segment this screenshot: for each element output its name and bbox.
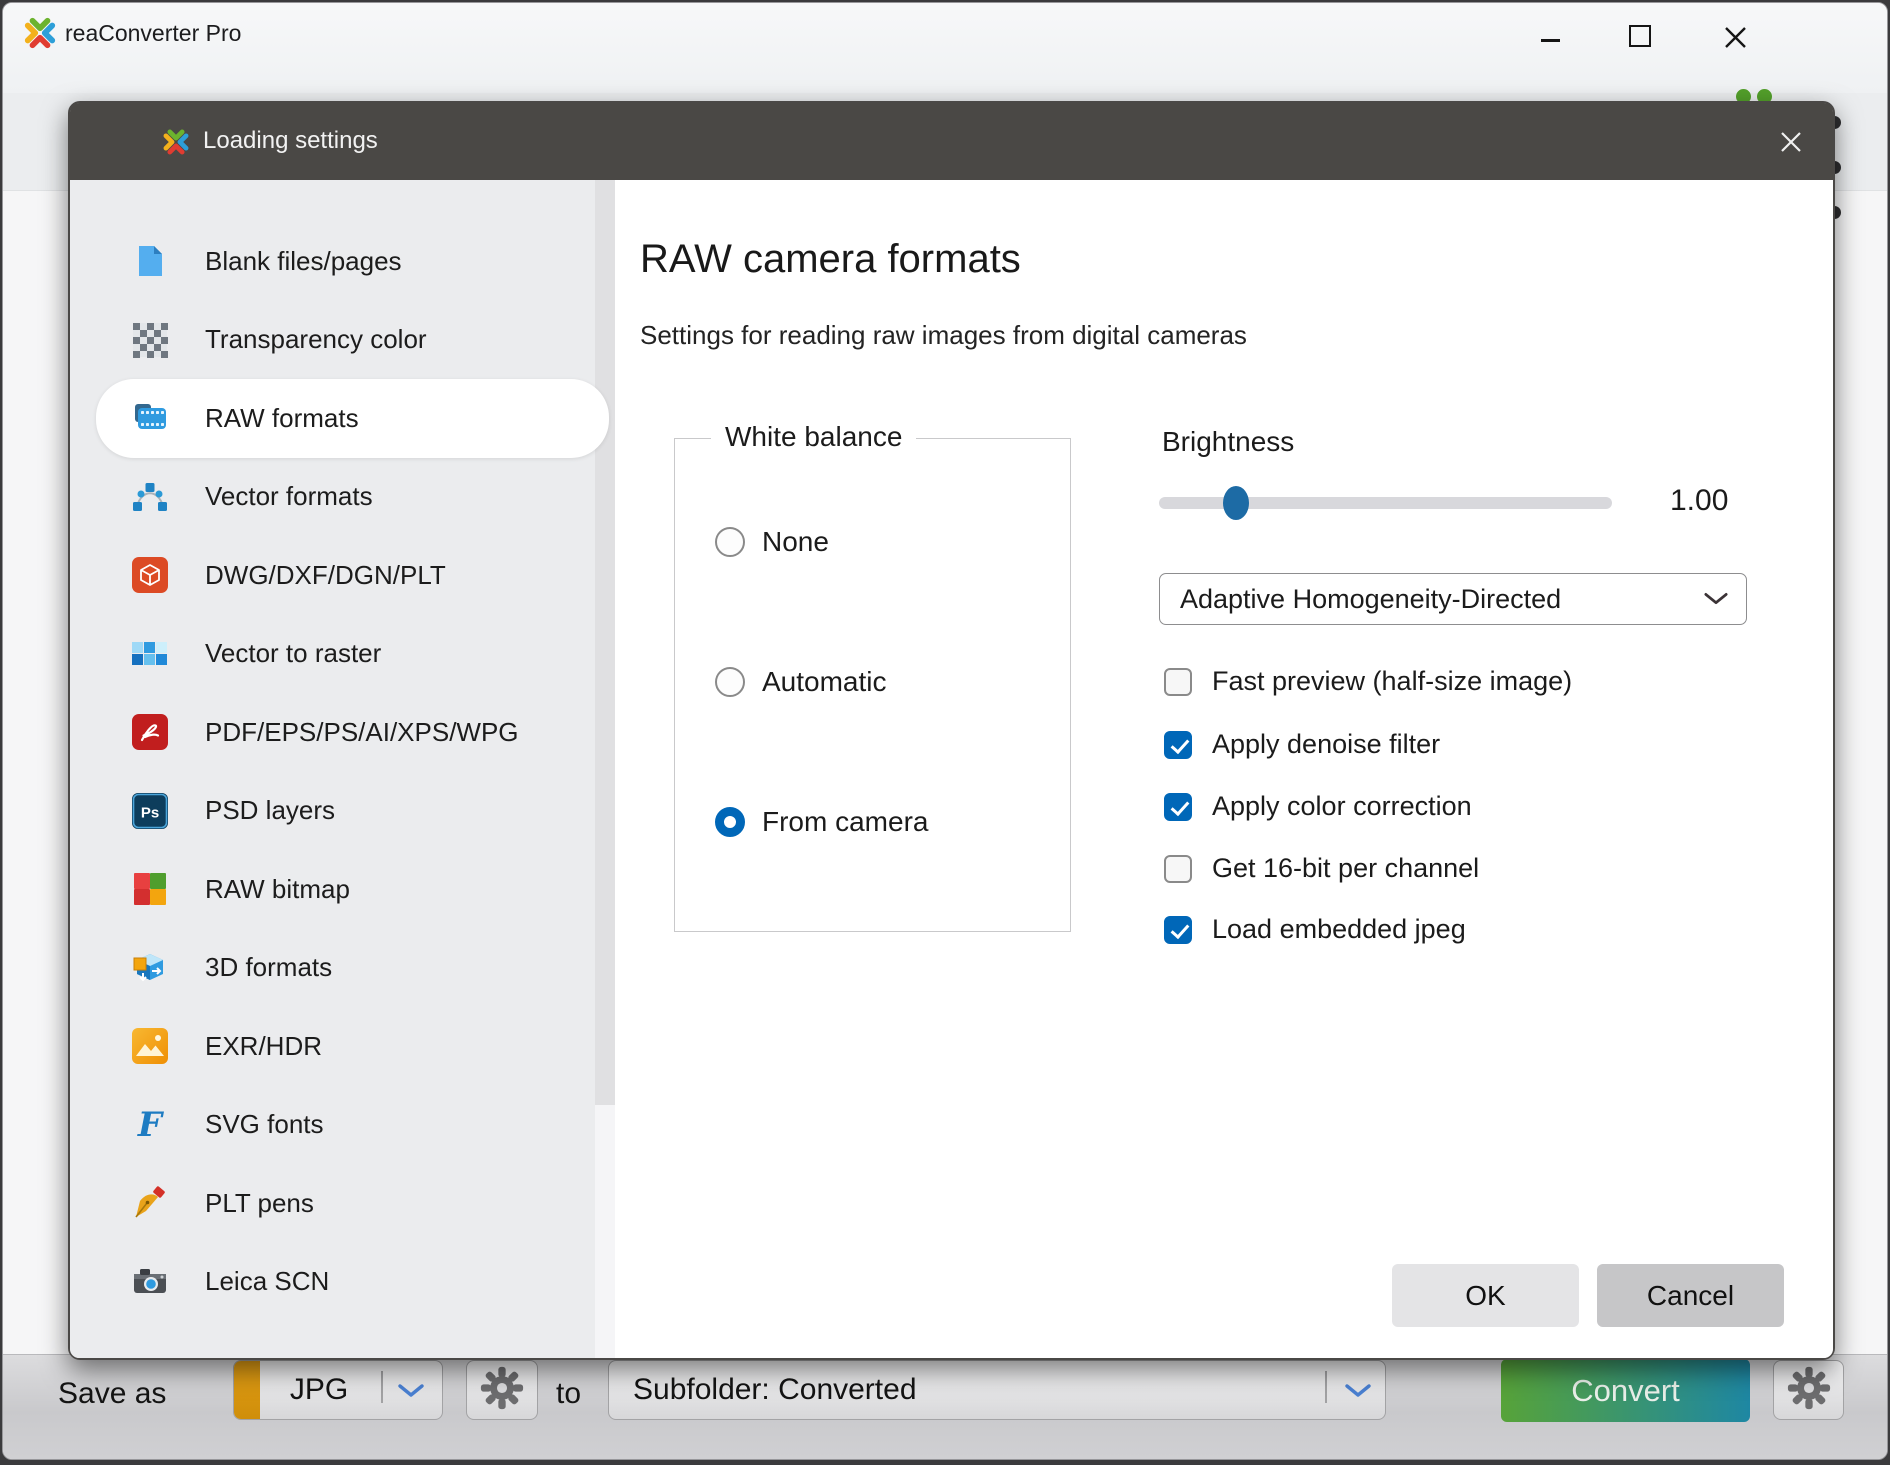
format-select[interactable]: JPG [233, 1360, 443, 1420]
checkbox-icon[interactable] [1164, 855, 1192, 883]
chevron-down-icon [1345, 1384, 1371, 1403]
demosaic-select[interactable]: Adaptive Homogeneity-Directed [1159, 573, 1747, 625]
radio-from-camera[interactable]: From camera [715, 806, 928, 838]
dialog-title: Loading settings [203, 127, 378, 155]
brightness-label: Brightness [1162, 426, 1294, 458]
format-value: JPG [260, 1361, 378, 1419]
radio-none[interactable]: None [715, 526, 829, 558]
sidebar-item-leica-scn[interactable]: Leica SCN [70, 1243, 595, 1322]
brightness-slider[interactable] [1159, 497, 1612, 509]
transparency-icon [132, 322, 168, 358]
checkbox-apply-color-correction[interactable]: Apply color correction [1164, 791, 1472, 822]
checkbox-icon[interactable] [1164, 916, 1192, 944]
demosaic-value: Adaptive Homogeneity-Directed [1180, 574, 1561, 624]
page-title: RAW camera formats [640, 237, 1021, 282]
sidebar-item-dwg-dxf-dgn-plt[interactable]: DWG/DXF/DGN/PLT [70, 536, 595, 615]
psd-icon: Ps [132, 793, 168, 829]
scrollbar-thumb[interactable] [595, 180, 615, 1105]
brightness-value: 1.00 [1670, 484, 1728, 518]
gear-icon [1787, 1366, 1831, 1415]
page-subtitle: Settings for reading raw images from dig… [640, 320, 1247, 351]
raw-bitmap-icon [132, 871, 168, 907]
film-icon [132, 400, 168, 436]
sidebar-item-psd-layers[interactable]: Ps PSD layers [70, 772, 595, 851]
sidebar-item-plt-pens[interactable]: PLT pens [70, 1164, 595, 1243]
app-logo-icon [23, 16, 57, 50]
to-label: to [556, 1377, 581, 1411]
checkbox-get-16-bit-per-channel[interactable]: Get 16-bit per channel [1164, 853, 1479, 884]
app-window: reaConverter Pro Save as JPG [2, 2, 1888, 1460]
checkbox-icon[interactable] [1164, 731, 1192, 759]
chevron-down-icon [398, 1384, 424, 1403]
close-window-button[interactable] [1723, 25, 1748, 50]
script-f-icon: F [132, 1107, 168, 1143]
destination-value: Subfolder: Converted [633, 1361, 917, 1419]
cancel-button[interactable]: Cancel [1597, 1264, 1784, 1327]
dialog-titlebar: Loading settings [70, 103, 1833, 180]
app-title: reaConverter Pro [65, 20, 241, 47]
sidebar-item-raw-bitmap[interactable]: RAW bitmap [70, 850, 595, 929]
save-as-label: Save as [58, 1377, 166, 1411]
loading-settings-dialog: Loading settings Blank files/pages Trans… [68, 101, 1835, 1360]
dialog-close-button[interactable] [1778, 129, 1804, 155]
destination-select[interactable]: Subfolder: Converted [608, 1360, 1386, 1420]
radio-automatic[interactable]: Automatic [715, 666, 887, 698]
minimize-button[interactable] [1541, 39, 1560, 42]
format-stripe [234, 1361, 260, 1419]
screen: reaConverter Pro Save as JPG [0, 0, 1890, 1465]
sidebar-item-blank-files-pages[interactable]: Blank files/pages [70, 222, 595, 301]
dialog-main-panel: RAW camera formats Settings for reading … [615, 180, 1833, 1358]
sidebar-item-pdf-eps-ps-ai-xps-wpg[interactable]: PDF/EPS/PS/AI/XPS/WPG [70, 693, 595, 772]
vector-nodes-icon [132, 479, 168, 515]
sidebar-item-vector-formats[interactable]: Vector formats [70, 458, 595, 537]
raster-grid-icon [132, 636, 168, 672]
sidebar-scrollbar[interactable] [595, 180, 615, 1358]
checkbox-load-embedded-jpeg[interactable]: Load embedded jpeg [1164, 914, 1466, 945]
radio-icon[interactable] [715, 807, 745, 837]
svg-text:Ps: Ps [141, 804, 159, 821]
sidebar-item-svg-fonts[interactable]: F SVG fonts [70, 1086, 595, 1165]
checkbox-apply-denoise-filter[interactable]: Apply denoise filter [1164, 729, 1440, 760]
checkbox-icon[interactable] [1164, 668, 1192, 696]
white-balance-group: White balance None Automatic From camera [674, 438, 1071, 932]
camera-icon [132, 1264, 168, 1300]
sidebar-item-transparency-color[interactable]: Transparency color [70, 301, 595, 380]
radio-icon[interactable] [715, 527, 745, 557]
ok-button[interactable]: OK [1392, 1264, 1579, 1327]
maximize-button[interactable] [1629, 25, 1651, 47]
sidebar-item-vector-to-raster[interactable]: Vector to raster [70, 615, 595, 694]
dialog-sidebar: Blank files/pages Transparency color RAW… [70, 180, 595, 1358]
white-balance-legend: White balance [711, 421, 916, 453]
convert-button[interactable]: Convert [1501, 1359, 1750, 1422]
checkbox-fast-preview-half-size-image[interactable]: Fast preview (half-size image) [1164, 666, 1572, 697]
chevron-down-icon [1704, 592, 1728, 611]
radio-icon[interactable] [715, 667, 745, 697]
sidebar-item-3d-formats[interactable]: 3D formats [70, 929, 595, 1008]
checkbox-icon[interactable] [1164, 793, 1192, 821]
image-sun-icon [132, 1028, 168, 1064]
slider-thumb[interactable] [1223, 486, 1249, 520]
pdf-icon [132, 714, 168, 750]
cube-3d-icon [132, 950, 168, 986]
gear-icon [480, 1366, 524, 1415]
cad-cube-icon [132, 557, 168, 593]
sidebar-item-exr-hdr[interactable]: EXR/HDR [70, 1007, 595, 1086]
titlebar: reaConverter Pro [3, 3, 1887, 93]
app-logo-icon [162, 128, 190, 156]
blank-page-icon [132, 243, 168, 279]
sidebar-item-raw-formats[interactable]: RAW formats [96, 379, 609, 458]
convert-settings-button[interactable] [1773, 1360, 1844, 1420]
pen-nib-icon [132, 1185, 168, 1221]
format-settings-button[interactable] [466, 1360, 538, 1420]
